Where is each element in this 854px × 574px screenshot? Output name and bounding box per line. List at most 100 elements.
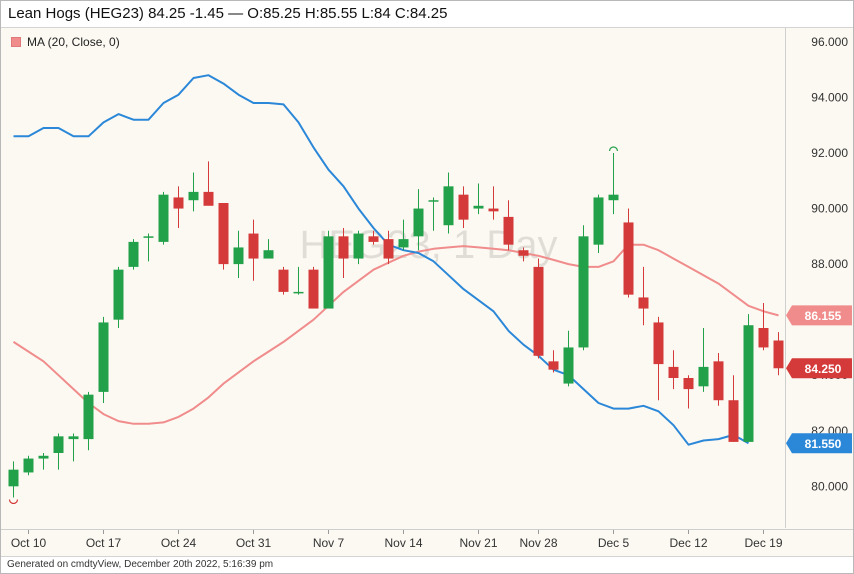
y-tick-label: 88.000 [811, 257, 848, 271]
candle-body [338, 236, 349, 259]
candle [653, 316, 664, 401]
candle-body [98, 322, 109, 392]
candle [203, 161, 214, 206]
candle-body [473, 205, 484, 209]
candle-body [398, 239, 409, 248]
candle [263, 239, 274, 259]
candle-body [233, 247, 244, 265]
chart-title: Lean Hogs (HEG23) 84.25 -1.45 — O:85.25 … [8, 5, 448, 22]
candle-body [218, 203, 229, 265]
candle [38, 453, 49, 470]
x-tick-label: Oct 10 [11, 536, 47, 550]
y-tick-label: 92.000 [811, 146, 848, 160]
candle-body [68, 436, 79, 440]
candle [98, 316, 109, 403]
candle [143, 233, 154, 262]
watermark-text: HEG23, 1 Day [300, 223, 558, 267]
candle [593, 194, 604, 253]
candle [668, 350, 679, 390]
candle-body [728, 400, 739, 442]
candle [278, 266, 289, 295]
price-axis[interactable]: 80.00082.00084.00086.00088.00090.00092.0… [785, 28, 853, 528]
candle [728, 375, 739, 442]
candle-body [8, 469, 19, 487]
candle [773, 332, 784, 376]
price-plot[interactable]: HEG23, 1 Day [1, 28, 784, 528]
candle [233, 230, 244, 278]
candle-body [248, 233, 259, 259]
candle [173, 186, 184, 228]
candle-body [188, 191, 199, 201]
ma-legend-label: MA (20, Close, 0) [27, 35, 120, 49]
x-tick-label: Nov 14 [384, 536, 422, 550]
candle [743, 314, 754, 442]
candle-body [428, 200, 439, 202]
time-axis[interactable]: Oct 10 Oct 17 Oct 24 Oct 31 Nov 7 Nov 14 Nov 2… [1, 529, 853, 556]
x-tick-label: Oct 17 [86, 536, 122, 550]
candle-body [128, 241, 139, 267]
candle [698, 328, 709, 392]
chart-footer: Generated on cmdtyView, December 20th 20… [1, 556, 853, 573]
candle-body [323, 236, 334, 309]
candle [563, 330, 574, 387]
ma-legend[interactable]: MA (20, Close, 0) [11, 35, 120, 49]
candle [113, 266, 124, 328]
candle [293, 266, 304, 295]
x-tick-label: Dec 5 [598, 536, 630, 550]
candle-body [698, 366, 709, 387]
candle-body [773, 340, 784, 369]
candle-body [308, 269, 319, 309]
candle-body [548, 361, 559, 370]
candle [128, 239, 139, 270]
candle [533, 258, 544, 359]
candle-body [668, 366, 679, 378]
candle [8, 461, 19, 498]
candle-body [563, 347, 574, 384]
candle-body [413, 208, 424, 237]
candle [83, 391, 94, 451]
chart-window: Lean Hogs (HEG23) 84.25 -1.45 — O:85.25 … [0, 0, 854, 574]
candle [158, 191, 169, 245]
candle-body [758, 328, 769, 348]
candle-body [143, 236, 154, 238]
candle-body [503, 216, 514, 245]
candle [548, 350, 559, 373]
y-tick-label: 80.000 [811, 479, 848, 493]
candle-body [593, 197, 604, 245]
candle-body [368, 236, 379, 242]
candle [578, 225, 589, 351]
candle-body [743, 325, 754, 442]
candle [188, 172, 199, 212]
candle-body [158, 194, 169, 242]
candle-body [38, 455, 49, 459]
candle [443, 172, 454, 234]
price-label-text: 81.550 [805, 437, 842, 451]
low-marker [8, 499, 19, 505]
ma-legend-swatch [11, 37, 21, 47]
candle-body [293, 291, 304, 294]
candle-body [623, 222, 634, 295]
plot-area[interactable]: HEG23, 1 Day [1, 28, 784, 528]
candle [503, 200, 514, 251]
y-tick-label: 90.000 [811, 202, 848, 216]
candle [623, 208, 634, 298]
candle-body [203, 191, 214, 206]
candle-body [518, 250, 529, 256]
candle [638, 266, 649, 326]
candle-body [713, 361, 724, 401]
candle [248, 219, 259, 281]
candle [608, 153, 619, 215]
candle [488, 186, 499, 220]
candle-body [488, 208, 499, 212]
series-line [12, 243, 779, 425]
y-tick-label: 96.000 [811, 35, 848, 49]
candle-body [653, 322, 664, 365]
candle [308, 266, 319, 309]
chart-header: Lean Hogs (HEG23) 84.25 -1.45 — O:85.25 … [1, 1, 853, 28]
candle [323, 230, 334, 309]
candle [458, 186, 469, 228]
candle [713, 353, 724, 406]
candle-body [278, 269, 289, 292]
x-tick-label: Oct 31 [236, 536, 272, 550]
price-axis-svg: 80.00082.00084.00086.00088.00090.00092.0… [786, 35, 852, 493]
